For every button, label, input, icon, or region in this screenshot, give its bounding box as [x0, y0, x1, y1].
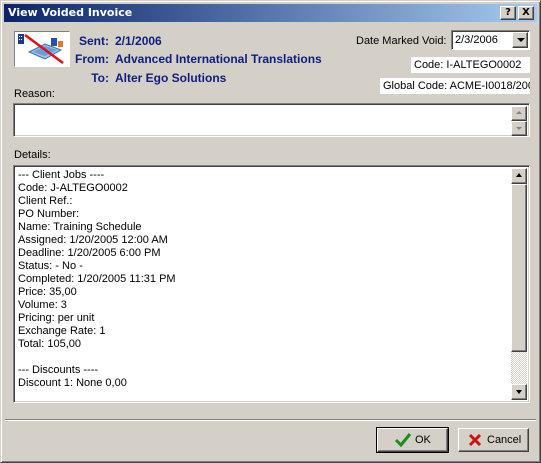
details-scroll-thumb[interactable] — [511, 184, 527, 352]
to-label: To: — [91, 71, 109, 85]
details-line: Total: 105,00 — [18, 338, 81, 350]
date-marked-void-value: 2/3/2006 — [455, 34, 498, 46]
reason-scrollbar[interactable] — [511, 106, 527, 136]
details-line: Pricing: per unit — [18, 312, 95, 324]
ok-label: OK — [415, 434, 431, 446]
details-line: --- Discounts ---- — [18, 364, 99, 376]
cancel-button[interactable]: Cancel — [458, 428, 529, 452]
date-marked-void-select[interactable]: 2/3/2006 — [451, 30, 530, 50]
details-line: Code: J-ALTEGO0002 — [18, 182, 128, 194]
view-voided-invoice-dialog: View Voided Invoice ? X Sent: 2/1/2006 F… — [0, 0, 541, 463]
details-content: --- Client Jobs ---- Code: J-ALTEGO0002 Cl… — [18, 169, 509, 390]
details-line: Volume: 3 — [18, 299, 67, 311]
details-line: Assigned: 1/20/2005 12:00 AM — [18, 234, 168, 246]
from-company: Advanced International Translations — [115, 52, 322, 66]
global-code: Global Code: ACME-I0018/200 — [380, 78, 530, 94]
arrow-up-icon — [516, 173, 522, 177]
details-line: Status: - No - — [18, 260, 83, 272]
invoice-void-logo — [14, 31, 70, 67]
title-bar[interactable]: View Voided Invoice ? X — [4, 4, 537, 22]
dropdown-button[interactable] — [512, 32, 528, 48]
cancel-x-icon — [468, 433, 482, 447]
details-textarea[interactable]: --- Client Jobs ---- Code: J-ALTEGO0002 Cl… — [13, 165, 530, 403]
arrow-down-icon — [516, 390, 522, 394]
reason-field[interactable] — [13, 103, 530, 137]
details-line: Discount 1: None 0,00 — [18, 377, 127, 389]
details-scrollbar[interactable] — [511, 168, 527, 400]
details-label: Details: — [14, 149, 51, 161]
voided-invoice-icon — [18, 33, 64, 65]
reason-scroll-up-button[interactable] — [511, 106, 527, 121]
details-line: Client Ref.: — [18, 195, 73, 207]
invoice-code: Code: I-ALTEGO0002 — [411, 57, 530, 73]
reason-scroll-down-button[interactable] — [511, 121, 527, 136]
details-line: --- Client Jobs ---- — [18, 169, 105, 181]
details-line — [18, 351, 509, 364]
checkmark-icon — [394, 433, 412, 448]
sent-label: Sent: — [79, 34, 109, 48]
to-company: Alter Ego Solutions — [115, 71, 227, 85]
arrow-up-icon — [516, 111, 522, 114]
details-line: Price: 35,00 — [18, 286, 77, 298]
from-label: From: — [75, 52, 109, 66]
reason-label: Reason: — [14, 88, 55, 100]
button-separator — [5, 419, 536, 421]
sent-date: 2/1/2006 — [115, 34, 162, 48]
cancel-label: Cancel — [487, 434, 522, 446]
details-line: Completed: 1/20/2005 11:31 PM — [18, 273, 176, 285]
details-scroll-up-button[interactable] — [511, 168, 527, 184]
date-marked-void-label: Date Marked Void: — [356, 35, 447, 47]
details-scroll-down-button[interactable] — [511, 384, 527, 400]
close-button[interactable]: X — [518, 6, 534, 20]
details-line: PO Number: — [18, 208, 80, 220]
window-title: View Voided Invoice — [8, 6, 133, 19]
arrow-down-icon — [516, 127, 522, 130]
details-line: Name: Training Schedule — [18, 221, 142, 233]
details-line: Deadline: 1/20/2005 6:00 PM — [18, 247, 161, 259]
ok-button[interactable]: OK — [376, 427, 449, 453]
help-button[interactable]: ? — [500, 6, 516, 20]
details-line: Exchange Rate: 1 — [18, 325, 106, 337]
chevron-down-icon — [517, 38, 525, 42]
